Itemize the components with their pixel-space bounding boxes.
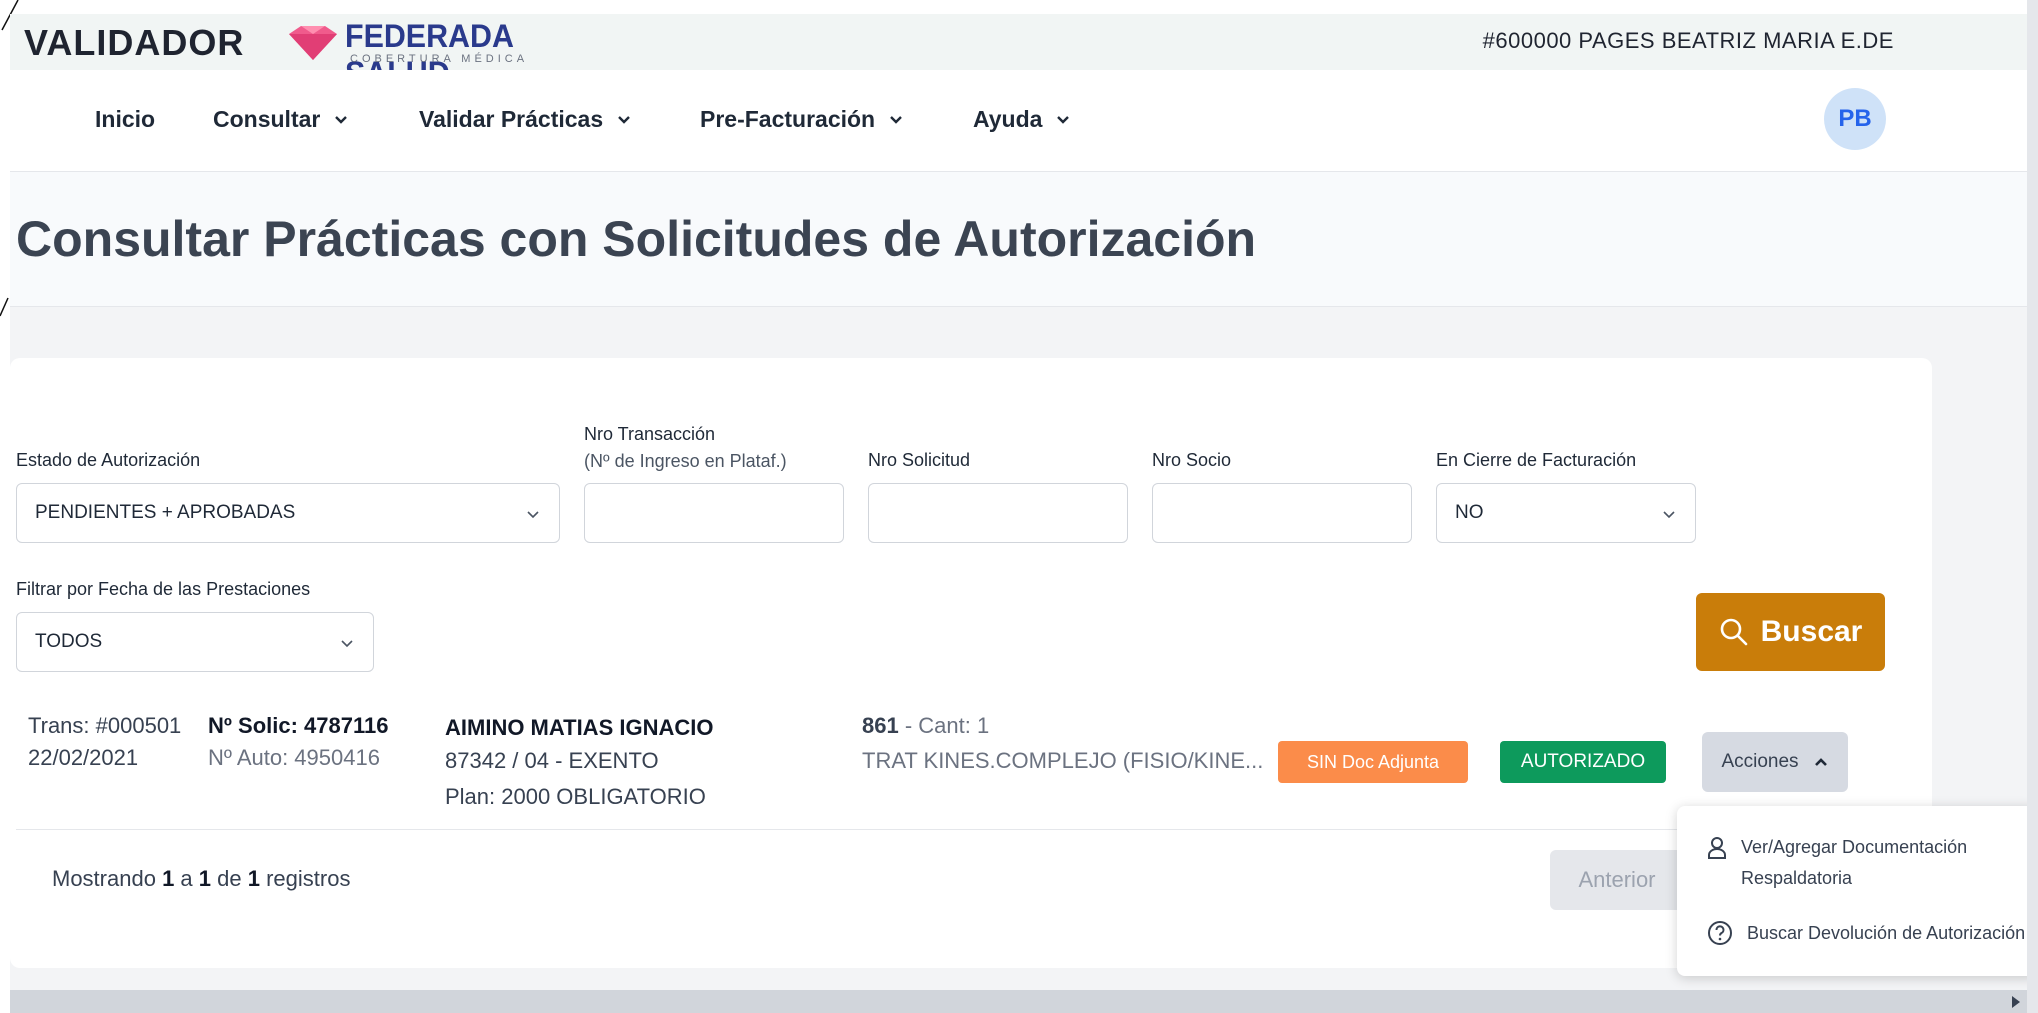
- showing-prefix: Mostrando: [52, 866, 163, 891]
- menu-item-ver-documentacion[interactable]: Ver/Agregar Documentación Respaldatoria: [1707, 832, 1967, 894]
- solicitud-label: Nro Solicitud: [868, 450, 971, 470]
- anterior-button[interactable]: Anterior: [1550, 850, 1684, 910]
- showing-mid1: a: [174, 866, 199, 891]
- cierre-value: NO: [1455, 502, 1484, 523]
- showing-to: 1: [198, 866, 212, 891]
- practice-quantity: - Cant: 1: [898, 713, 990, 738]
- showing-from: 1: [162, 866, 175, 891]
- menu-item-2-label: Buscar Devolución de Autorización: [1747, 923, 2026, 943]
- chevron-down-icon: [335, 115, 348, 124]
- buscar-label: Buscar: [1760, 615, 1863, 648]
- row-practice-desc: TRAT KINES.COMPLEJO (FISIO/KINE...: [862, 748, 1264, 773]
- row-plan: Plan: 2000 OBLIGATORIO: [445, 784, 706, 809]
- menu-item-buscar-devolucion[interactable]: Buscar Devolución de Autorización: [1707, 918, 2025, 949]
- fecha-label: Filtrar por Fecha de las Prestaciones: [16, 579, 311, 599]
- logo-gem-icon: [289, 26, 337, 60]
- row-member: 87342 / 04 - EXENTO: [445, 748, 659, 773]
- row-date: 22/02/2021: [28, 745, 139, 770]
- horizontal-scrollbar[interactable]: [10, 990, 2027, 1013]
- auth-status-badge: AUTORIZADO: [1500, 741, 1666, 783]
- nav-inicio[interactable]: Inicio: [95, 106, 155, 133]
- buscar-button[interactable]: Buscar: [1696, 593, 1885, 671]
- row-practice-code: 861 - Cant: 1: [862, 713, 989, 739]
- doc-status-badge: SIN Doc Adjunta: [1278, 741, 1468, 783]
- nav-inicio-label: Inicio: [95, 106, 156, 132]
- chevron-up-icon: [1814, 758, 1827, 766]
- nav-ayuda[interactable]: Ayuda: [973, 106, 1070, 133]
- page-header: Consultar Prácticas con Solicitudes de A…: [10, 172, 2032, 307]
- transaccion-input[interactable]: [584, 483, 844, 543]
- nav-pre-facturacion[interactable]: Pre-Facturación: [700, 106, 903, 133]
- app-window: VALIDADOR FEDERADA SALUD COBERTURA MÉDIC…: [0, 0, 2038, 1013]
- chevron-down-icon: [1057, 115, 1070, 124]
- cierre-label: En Cierre de Facturación: [1436, 450, 1637, 470]
- top-bar: VALIDADOR FEDERADA SALUD COBERTURA MÉDIC…: [10, 14, 2032, 91]
- chevron-down-icon: [527, 511, 539, 519]
- logo-subtitle: COBERTURA MÉDICA: [350, 53, 529, 65]
- socio-label: Nro Socio: [1152, 450, 1232, 470]
- estado-label: Estado de Autorización: [16, 450, 201, 470]
- actions-dropdown-menu: Ver/Agregar Documentación Respaldatoria …: [1677, 806, 2038, 976]
- chevron-down-icon: [890, 115, 902, 124]
- search-icon: [1720, 618, 1747, 646]
- main-nav: Inicio Consultar Validar Prácticas Pre-F…: [10, 70, 2032, 172]
- nav-validar-label: Validar Prácticas: [419, 106, 604, 132]
- app-title: VALIDADOR: [24, 22, 245, 63]
- estado-select[interactable]: PENDIENTES + APROBADAS: [16, 483, 560, 543]
- acciones-label: Acciones: [1721, 751, 1799, 772]
- row-patient-name: AIMINO MATIAS IGNACIO: [445, 715, 714, 740]
- user-icon: [1708, 837, 1726, 859]
- row-trans: Trans: #000501: [28, 713, 182, 738]
- chevron-down-icon: [341, 640, 353, 648]
- transaccion-sublabel: (Nº de Ingreso en Plataf.): [584, 451, 787, 471]
- row-autorizacion: Nº Auto: 4950416: [208, 745, 380, 770]
- showing-mid2: de: [211, 866, 248, 891]
- estado-value: PENDIENTES + APROBADAS: [35, 502, 296, 523]
- row-divider: [16, 829, 1932, 830]
- menu-item-1-line1: Ver/Agregar Documentación: [1741, 837, 1968, 857]
- scroll-right-icon[interactable]: [2012, 996, 2020, 1008]
- showing-suffix: registros: [259, 866, 351, 891]
- cierre-select[interactable]: NO: [1436, 483, 1696, 543]
- user-avatar[interactable]: PB: [1824, 88, 1886, 150]
- nav-validar-practicas[interactable]: Validar Prácticas: [419, 106, 631, 133]
- chevron-down-icon: [1663, 511, 1675, 519]
- showing-total: 1: [247, 866, 260, 891]
- menu-item-1-line2: Respaldatoria: [1741, 868, 1853, 888]
- nav-consultar[interactable]: Consultar: [213, 106, 348, 133]
- federada-salud-logo[interactable]: FEDERADA SALUD COBERTURA MÉDICA: [285, 16, 605, 91]
- nav-ayuda-label: Ayuda: [973, 106, 1043, 132]
- practice-code: 861: [862, 713, 899, 738]
- transaccion-label: Nro Transacción: [584, 424, 716, 444]
- nav-prefact-label: Pre-Facturación: [700, 106, 876, 132]
- pagination-summary: Mostrando 1 a 1 de 1 registros: [52, 866, 350, 892]
- acciones-button[interactable]: Acciones: [1702, 732, 1848, 792]
- fecha-select[interactable]: TODOS: [16, 612, 374, 672]
- row-solicitud: Nº Solic: 4787116: [208, 713, 389, 738]
- nav-consultar-label: Consultar: [213, 106, 321, 132]
- chevron-down-icon: [618, 115, 630, 124]
- user-identifier: #600000 PAGES BEATRIZ MARIA E.DE: [1482, 28, 1894, 53]
- solicitud-input[interactable]: [868, 483, 1128, 543]
- help-circle-icon: [1708, 921, 1732, 945]
- fecha-value: TODOS: [35, 631, 103, 652]
- vertical-scrollbar[interactable]: [2027, 0, 2038, 1013]
- page-title: Consultar Prácticas con Solicitudes de A…: [16, 211, 1257, 267]
- socio-input[interactable]: [1152, 483, 1412, 543]
